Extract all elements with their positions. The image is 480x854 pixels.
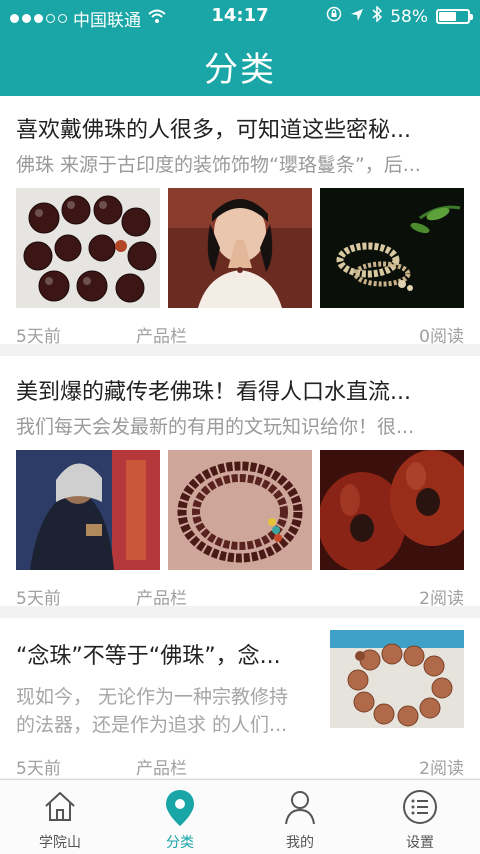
article-thumbnail-mala-on-hand[interactable] xyxy=(168,450,312,570)
tab-mine[interactable]: 我的 xyxy=(240,780,360,854)
location-pin-icon xyxy=(166,790,194,826)
article-read-count: 0阅读 xyxy=(419,327,464,347)
article-time: 5天前 xyxy=(16,327,61,347)
status-bar: 中国联通 14:17 58% xyxy=(0,0,480,32)
user-icon xyxy=(285,791,315,825)
article-title[interactable]: 美到爆的藏传老佛珠！看得人口水直流... xyxy=(16,374,411,406)
tab-settings[interactable]: 设置 xyxy=(360,780,480,854)
article-category: 产品栏 xyxy=(136,327,187,347)
article-time: 5天前 xyxy=(16,759,61,779)
tab-label: 设置 xyxy=(406,835,434,851)
article-summary-line-2: 的法器，还是作为追求 的人们... xyxy=(16,714,288,736)
article-thumbnail-wood-bracelet[interactable] xyxy=(330,630,464,728)
app-header: 中国联通 14:17 58% 分类 xyxy=(0,0,480,96)
tab-label: 分类 xyxy=(166,835,194,851)
battery-percent: 58% xyxy=(390,6,428,27)
article-list[interactable]: 喜欢戴佛珠的人很多，可知道这些密秘... 佛珠 来源于古印度的装饰饰物“瓔珞鬘条… xyxy=(0,96,480,779)
article-title[interactable]: 喜欢戴佛珠的人很多，可知道这些密秘... xyxy=(16,112,411,144)
tab-label: 我的 xyxy=(286,835,314,851)
tab-category[interactable]: 分类 xyxy=(120,780,240,854)
tab-academy[interactable]: 学院山 xyxy=(0,780,120,854)
article-summary-line-1: 现如今， 无论作为一种宗教修持 xyxy=(16,686,289,708)
location-arrow-icon xyxy=(350,7,364,27)
bluetooth-icon xyxy=(372,5,383,27)
article-card[interactable]: 美到爆的藏传老佛珠！看得人口水直流... 我们每天会发最新的有用的文玩知识给你！… xyxy=(0,356,480,609)
battery-icon xyxy=(436,9,473,24)
article-thumbnail-tibetan-elder[interactable] xyxy=(16,450,160,570)
rotation-lock-icon xyxy=(326,6,342,27)
bottom-tab-bar: 学院山 分类 我的 设置 xyxy=(0,779,480,854)
article-card[interactable]: “念珠”不等于“佛珠”，念... 现如今， 无论作为一种宗教修持 的法器，还是作… xyxy=(0,618,480,779)
article-thumbnail-bead-closeup[interactable] xyxy=(320,450,464,570)
article-summary: 我们每天会发最新的有用的文玩知识给你！很... xyxy=(16,416,415,438)
page-title: 分类 xyxy=(204,50,276,90)
article-thumbnail-beads[interactable] xyxy=(16,188,160,308)
article-category: 产品栏 xyxy=(136,759,187,779)
article-category: 产品栏 xyxy=(136,589,187,609)
article-title[interactable]: “念珠”不等于“佛珠”，念... xyxy=(16,638,281,670)
list-menu-icon xyxy=(403,790,437,824)
article-card[interactable]: 喜欢戴佛珠的人很多，可知道这些密秘... 佛珠 来源于古印度的装饰饰物“瓔珞鬘条… xyxy=(0,96,480,347)
tab-label: 学院山 xyxy=(39,835,81,851)
article-summary: 佛珠 来源于古印度的装饰饰物“瓔珞鬘条”，后... xyxy=(16,154,421,176)
article-time: 5天前 xyxy=(16,589,61,609)
article-thumbnail-praying-woman[interactable] xyxy=(168,188,312,308)
article-read-count: 2阅读 xyxy=(419,589,464,609)
article-read-count: 2阅读 xyxy=(419,759,464,779)
article-thumbnail-bracelet[interactable] xyxy=(320,188,464,308)
home-icon xyxy=(45,792,75,821)
